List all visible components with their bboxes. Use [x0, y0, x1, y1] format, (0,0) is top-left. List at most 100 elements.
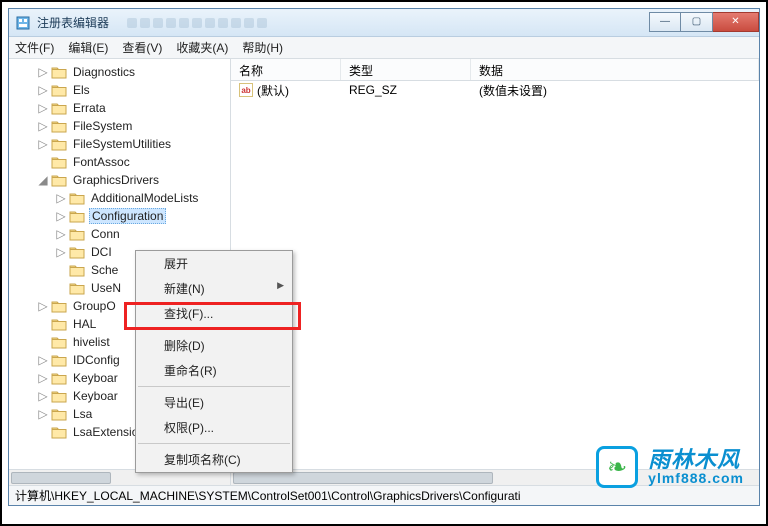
- expand-icon[interactable]: ▷: [37, 335, 49, 349]
- list-row[interactable]: ab(默认)REG_SZ(数值未设置): [231, 81, 759, 99]
- value-data: (数值未设置): [471, 82, 759, 99]
- expand-icon[interactable]: ▷: [37, 299, 49, 313]
- menu-file[interactable]: 文件(F): [15, 39, 54, 56]
- tree-item-label: Keyboar: [71, 389, 120, 403]
- close-button[interactable]: ✕: [713, 12, 759, 32]
- folder-icon: [51, 353, 67, 367]
- tree-item[interactable]: ▷ FontAssoc: [9, 153, 230, 171]
- tree-item[interactable]: ▷ Diagnostics: [9, 63, 230, 81]
- tree-item[interactable]: ◢GraphicsDrivers: [9, 171, 230, 189]
- menubar: 文件(F) 编辑(E) 查看(V) 收藏夹(A) 帮助(H): [9, 37, 759, 59]
- expand-icon[interactable]: ◢: [37, 173, 49, 187]
- expand-icon[interactable]: ▷: [37, 371, 49, 385]
- context-menu-separator: [138, 443, 290, 444]
- folder-icon: [51, 65, 67, 79]
- tree-item-label: FileSystemUtilities: [71, 137, 173, 151]
- folder-icon: [69, 245, 85, 259]
- tree-item[interactable]: ▷ Conn: [9, 225, 230, 243]
- tree-item-label: Conn: [89, 227, 122, 241]
- context-menu-item[interactable]: 复制项名称(C): [136, 447, 292, 472]
- watermark-logo-icon: ❧: [596, 446, 638, 488]
- context-menu-item[interactable]: 新建(N): [136, 276, 292, 301]
- regedit-window: 注册表编辑器 — ▢ ✕ 文件(F) 编辑(E) 查看(V) 收藏夹(A) 帮助…: [8, 8, 760, 506]
- folder-icon: [51, 335, 67, 349]
- menu-favorites[interactable]: 收藏夹(A): [176, 39, 228, 56]
- folder-icon: [51, 407, 67, 421]
- watermark-text-en: ylmf888.com: [648, 471, 744, 485]
- folder-icon: [69, 263, 85, 277]
- col-header-type[interactable]: 类型: [341, 59, 471, 80]
- folder-icon: [69, 191, 85, 205]
- menu-help[interactable]: 帮助(H): [242, 39, 283, 56]
- folder-icon: [69, 209, 85, 223]
- tree-item-label: hivelist: [71, 335, 112, 349]
- folder-icon: [51, 317, 67, 331]
- expand-icon[interactable]: ▷: [37, 119, 49, 133]
- context-menu-item[interactable]: 删除(D): [136, 333, 292, 358]
- tree-item-label: Els: [71, 83, 92, 97]
- folder-icon: [69, 227, 85, 241]
- tree-item[interactable]: ▷AdditionalModeLists: [9, 189, 230, 207]
- expand-icon[interactable]: ▷: [55, 281, 67, 295]
- value-name: (默认): [257, 82, 289, 99]
- expand-icon[interactable]: ▷: [37, 353, 49, 367]
- tree-item[interactable]: ▷ Errata: [9, 99, 230, 117]
- tree-item-label: Keyboar: [71, 371, 120, 385]
- maximize-button[interactable]: ▢: [681, 12, 713, 32]
- menu-edit[interactable]: 编辑(E): [68, 39, 108, 56]
- context-menu-item[interactable]: 导出(E): [136, 390, 292, 415]
- expand-icon[interactable]: ▷: [55, 191, 67, 205]
- titlebar: 注册表编辑器 — ▢ ✕: [9, 9, 759, 37]
- expand-icon[interactable]: ▷: [55, 263, 67, 277]
- context-menu-separator: [138, 386, 290, 387]
- folder-icon: [51, 119, 67, 133]
- window-title: 注册表编辑器: [37, 14, 109, 31]
- tree-item-label: FontAssoc: [71, 155, 132, 169]
- tree-item-label: GroupO: [71, 299, 118, 313]
- expand-icon[interactable]: ▷: [55, 245, 67, 259]
- context-menu-item[interactable]: 重命名(R): [136, 358, 292, 383]
- folder-icon: [51, 299, 67, 313]
- app-icon: [15, 15, 31, 31]
- menu-view[interactable]: 查看(V): [122, 39, 162, 56]
- minimize-button[interactable]: —: [649, 12, 681, 32]
- folder-icon: [51, 83, 67, 97]
- expand-icon[interactable]: ▷: [37, 101, 49, 115]
- folder-icon: [51, 425, 67, 439]
- folder-icon: [51, 155, 67, 169]
- tree-item-label: Diagnostics: [71, 65, 137, 79]
- expand-icon[interactable]: ▷: [55, 227, 67, 241]
- tree-item[interactable]: ▷Configuration: [9, 207, 230, 225]
- context-menu-item[interactable]: 展开: [136, 251, 292, 276]
- col-header-data[interactable]: 数据: [471, 59, 759, 80]
- expand-icon[interactable]: ▷: [37, 65, 49, 79]
- list-header: 名称 类型 数据: [231, 59, 759, 81]
- expand-icon[interactable]: ▷: [37, 155, 49, 169]
- status-path: 计算机\HKEY_LOCAL_MACHINE\SYSTEM\ControlSet…: [15, 487, 521, 504]
- expand-icon[interactable]: ▷: [37, 425, 49, 439]
- tree-item-label: UseN: [89, 281, 123, 295]
- expand-icon[interactable]: ▷: [37, 83, 49, 97]
- context-menu-separator: [138, 329, 290, 330]
- col-header-name[interactable]: 名称: [231, 59, 341, 80]
- tree-item-label: Lsa: [71, 407, 94, 421]
- tree-item-label: Errata: [71, 101, 108, 115]
- expand-icon[interactable]: ▷: [37, 407, 49, 421]
- tree-item[interactable]: ▷ FileSystemUtilities: [9, 135, 230, 153]
- list-pane[interactable]: 名称 类型 数据 ab(默认)REG_SZ(数值未设置): [231, 59, 759, 485]
- expand-icon[interactable]: ▷: [55, 209, 67, 223]
- expand-icon[interactable]: ▷: [37, 137, 49, 151]
- tree-item-label: FileSystem: [71, 119, 134, 133]
- context-menu: 展开新建(N)查找(F)... 删除(D)重命名(R) 导出(E)权限(P)... 复…: [135, 250, 293, 473]
- statusbar: 计算机\HKEY_LOCAL_MACHINE\SYSTEM\ControlSet…: [9, 485, 759, 505]
- tree-item[interactable]: ▷ Els: [9, 81, 230, 99]
- tree-item-label: IDConfig: [71, 353, 122, 367]
- expand-icon[interactable]: ▷: [37, 317, 49, 331]
- string-value-icon: ab: [239, 83, 253, 97]
- watermark-text-cn: 雨林木风: [648, 449, 744, 471]
- context-menu-item[interactable]: 查找(F)...: [136, 301, 292, 326]
- tree-item[interactable]: ▷ FileSystem: [9, 117, 230, 135]
- expand-icon[interactable]: ▷: [37, 389, 49, 403]
- context-menu-item[interactable]: 权限(P)...: [136, 415, 292, 440]
- tree-item-label: DCI: [89, 245, 114, 259]
